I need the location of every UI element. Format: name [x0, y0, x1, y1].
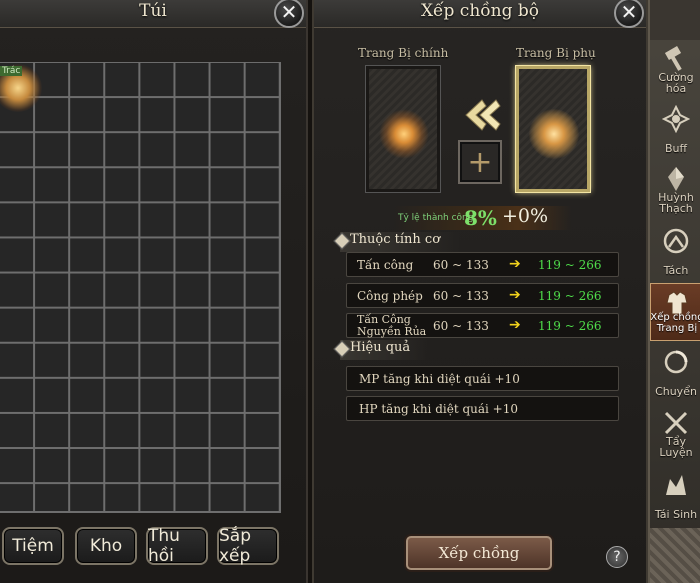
feature-sidebar: Cường hóa Buff Huỳnh Thạch Tách Xếp chồn… — [648, 0, 700, 583]
attribute-next: 119 ~ 266 — [538, 289, 602, 303]
help-icon[interactable]: ? — [606, 546, 628, 568]
crystal-icon — [668, 167, 684, 191]
sidebar-label: Xếp chồng Trang Bị — [650, 312, 700, 334]
attribute-name: Công phép — [357, 289, 423, 303]
hammer-icon — [664, 46, 682, 71]
stack-confirm-button[interactable]: Xếp chồng — [406, 536, 552, 570]
arrow-right-icon: ➔ — [509, 317, 521, 333]
bag-header: Túi ✕ — [0, 0, 306, 28]
success-rate-bonus: +0% — [502, 205, 549, 227]
stack-close-button[interactable]: ✕ — [614, 0, 644, 28]
attribute-current: 60 ~ 133 — [433, 289, 489, 303]
attribute-row: Tấn Công Nguyền Rủa 60 ~ 133 ➔ 119 ~ 266 — [346, 313, 619, 338]
bag-inventory-grid[interactable] — [0, 62, 281, 513]
sidebar-label: Chuyển — [655, 385, 697, 398]
sidebar-item-refine[interactable]: Tẩy Luyện — [650, 404, 700, 464]
sidebar-top-frame — [650, 0, 700, 40]
sidebar-label: Tái Sinh — [654, 508, 698, 521]
shop-button[interactable]: Tiệm — [2, 527, 64, 565]
recycle-button[interactable]: Thu hồi — [146, 526, 208, 566]
sidebar-item-buff[interactable]: Buff — [650, 100, 700, 160]
sidebar-item-transfer[interactable]: Chuyển — [650, 343, 700, 403]
refine-icon — [664, 411, 688, 435]
attributes-section-title: Thuộc tính cơ — [340, 232, 460, 252]
success-rate-value: 8% — [464, 206, 497, 230]
storage-button[interactable]: Kho — [75, 527, 137, 565]
sidebar-bottom-frame — [650, 528, 700, 583]
sub-equipment-orb-icon — [529, 109, 579, 159]
arrow-right-icon: ➔ — [509, 287, 521, 303]
sidebar-item-crystal[interactable]: Huỳnh Thạch — [650, 160, 700, 220]
effects-title-text: Hiệu quả — [350, 340, 411, 355]
attribute-current: 60 ~ 133 — [433, 319, 489, 333]
sidebar-label: Tẩy Luyện — [659, 435, 693, 459]
sidebar-label: Cường hóa — [658, 71, 694, 95]
effects-section-title: Hiệu quả — [340, 340, 430, 360]
sidebar-item-enhance[interactable]: Cường hóa — [650, 40, 700, 100]
attribute-current: 60 ~ 133 — [433, 258, 489, 272]
sub-equipment-label: Trang Bị phụ — [516, 46, 596, 60]
main-equipment-label: Trang Bị chính — [358, 46, 449, 60]
attribute-name: Tấn công — [357, 258, 414, 272]
sidebar-label: Tách — [663, 264, 689, 277]
attribute-next: 119 ~ 266 — [538, 319, 602, 333]
bag-close-button[interactable]: ✕ — [274, 0, 304, 28]
sidebar-item-rebirth[interactable]: Tái Sinh — [650, 466, 700, 526]
attribute-row: Công phép 60 ~ 133 ➔ 119 ~ 266 — [346, 283, 619, 308]
rebirth-icon — [666, 475, 686, 495]
sidebar-item-split[interactable]: Tách — [650, 222, 700, 282]
stack-title: Xếp chồng bộ — [420, 0, 540, 21]
sidebar-item-stack-equipment[interactable]: Xếp chồng Trang Bị — [650, 283, 700, 341]
buff-icon — [662, 105, 690, 133]
split-icon — [663, 228, 689, 254]
attribute-row: Tấn công 60 ~ 133 ➔ 119 ~ 266 — [346, 252, 619, 277]
bag-panel: Túi ✕ Trác Tiệm Kho Thu hồi Sắp xếp — [0, 0, 308, 583]
transfer-icon — [664, 350, 688, 374]
effect-row: MP tăng khi diệt quái +10 — [346, 366, 619, 391]
sidebar-label: Huỳnh Thạch — [658, 191, 694, 215]
double-arrow-left-icon — [465, 99, 501, 131]
arrow-right-icon: ➔ — [509, 256, 521, 272]
attribute-name: Tấn Công Nguyền Rủa — [357, 313, 427, 338]
attributes-title-text: Thuộc tính cơ — [350, 232, 441, 247]
stack-header: Xếp chồng bộ ✕ — [314, 0, 646, 28]
main-equipment-slot[interactable] — [366, 66, 440, 192]
stack-panel: Xếp chồng bộ ✕ Trang Bị chính Trang Bị p… — [312, 0, 648, 583]
attribute-next: 119 ~ 266 — [538, 258, 602, 272]
sub-equipment-slot[interactable] — [516, 66, 590, 192]
sort-button[interactable]: Sắp xếp — [217, 526, 279, 566]
bag-title: Túi — [139, 0, 167, 21]
main-equipment-orb-icon — [379, 109, 429, 159]
bag-item-tag: Trác — [0, 66, 23, 76]
sidebar-label: Buff — [664, 142, 688, 155]
add-material-slot[interactable]: + — [458, 140, 502, 184]
effect-row: HP tăng khi diệt quái +10 — [346, 396, 619, 421]
